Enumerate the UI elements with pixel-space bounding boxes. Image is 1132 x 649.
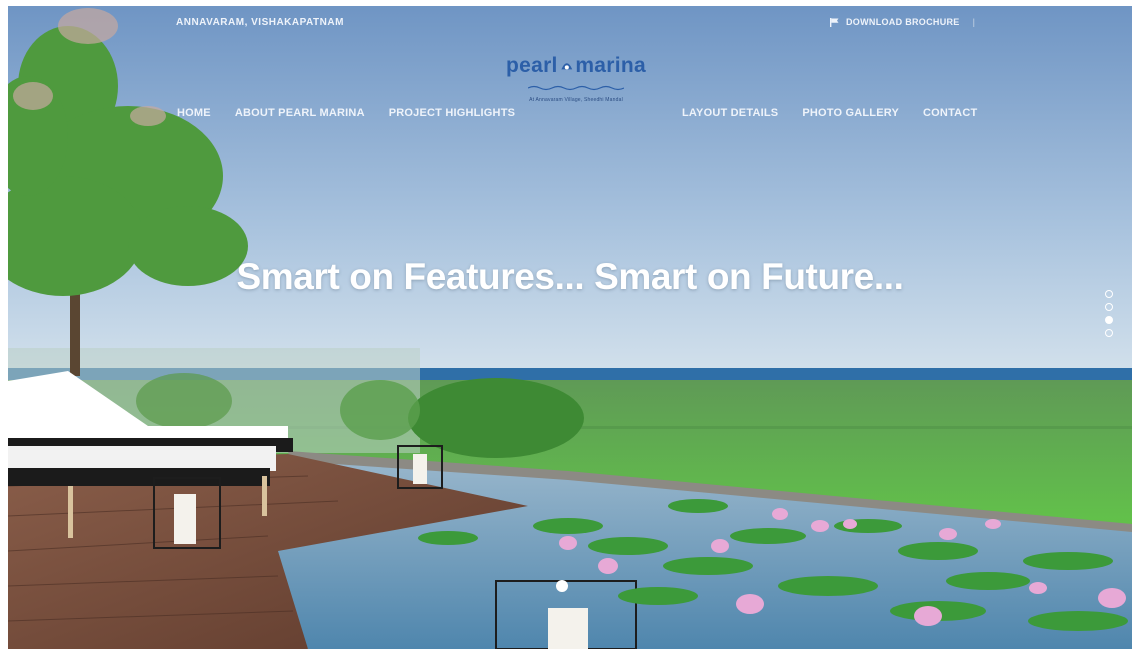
slide-indicator <box>1105 290 1113 337</box>
slide-dot-2[interactable] <box>1105 303 1113 311</box>
location-label: ANNAVARAM, VISHAKAPATNAM <box>176 17 344 28</box>
separator: | <box>972 17 976 27</box>
logo-tagline: At Annavaram Village, Sheedhi Mandal <box>529 97 623 103</box>
wave-icon <box>527 85 625 91</box>
nav-right: LAYOUT DETAILS PHOTO GALLERY CONTACT <box>682 107 977 119</box>
nav-contact[interactable]: CONTACT <box>923 107 977 119</box>
pearl-marina-logo[interactable]: pearl marina At Annavaram Village, Sheed… <box>506 54 646 106</box>
nav-left: HOME ABOUT PEARL MARINA PROJECT HIGHLIGH… <box>177 107 515 119</box>
nav-home[interactable]: HOME <box>177 107 211 119</box>
pearl-shell-icon <box>561 63 572 70</box>
slide-dot-3[interactable] <box>1105 316 1113 324</box>
nav-photo-gallery[interactable]: PHOTO GALLERY <box>802 107 899 119</box>
slide-dot-1[interactable] <box>1105 290 1113 298</box>
flag-icon <box>830 17 839 27</box>
top-bar: ANNAVARAM, VISHAKAPATNAM DOWNLOAD BROCHU… <box>8 6 1132 38</box>
nav-about-pearl-marina[interactable]: ABOUT PEARL MARINA <box>235 107 365 119</box>
download-brochure-link[interactable]: DOWNLOAD BROCHURE | <box>830 17 975 27</box>
nav-project-highlights[interactable]: PROJECT HIGHLIGHTS <box>389 107 515 119</box>
logo-word-pearl: pearl <box>506 54 558 77</box>
logo-word-marina: marina <box>575 54 646 77</box>
download-brochure-label: DOWNLOAD BROCHURE <box>846 17 960 27</box>
slide-dot-4[interactable] <box>1105 329 1113 337</box>
nav-layout-details[interactable]: LAYOUT DETAILS <box>682 107 778 119</box>
hero-frame: ANNAVARAM, VISHAKAPATNAM DOWNLOAD BROCHU… <box>8 6 1132 649</box>
hero-headline: Smart on Features... Smart on Future... <box>236 256 904 297</box>
